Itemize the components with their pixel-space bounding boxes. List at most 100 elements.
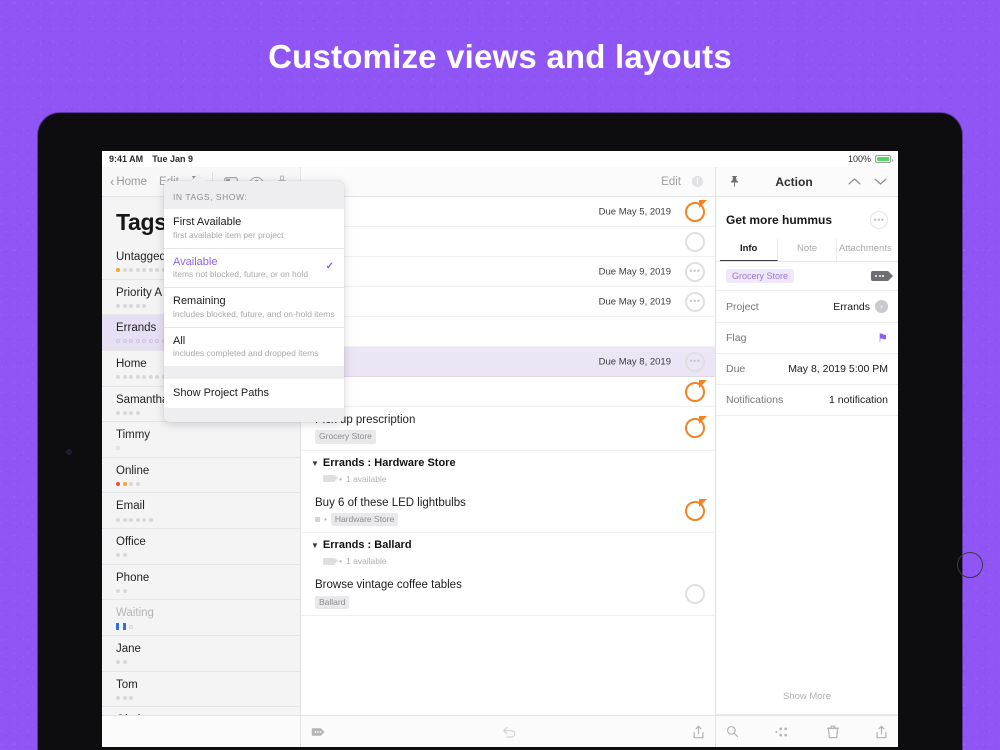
- task-row[interactable]: Pick up prescription Grocery Store: [301, 407, 715, 451]
- progress-dot: [129, 624, 133, 629]
- share-icon[interactable]: [692, 725, 705, 739]
- inspector-field-project[interactable]: Project Errands ›: [716, 291, 898, 323]
- popover-show-project-paths-item[interactable]: Show Project Paths: [164, 379, 344, 408]
- task-row[interactable]: Due May 8, 2019 •••: [301, 347, 715, 377]
- flag-icon[interactable]: ⚑: [877, 332, 888, 344]
- inspector-tab-info[interactable]: Info: [720, 239, 779, 261]
- progress-dot: [129, 268, 133, 273]
- popover-option-subtitle: items not blocked, future, or on hold: [173, 269, 309, 279]
- show-more-button[interactable]: Show More: [716, 681, 898, 715]
- field-value: May 8, 2019 5:00 PM: [788, 363, 888, 375]
- task-status-circle[interactable]: •••: [685, 351, 705, 372]
- task-row[interactable]: Due May 9, 2019 •••: [301, 287, 715, 317]
- task-status-circle-flagged[interactable]: [685, 379, 707, 402]
- popover-option[interactable]: Available items not blocked, future, or o…: [164, 249, 344, 288]
- tag-icon[interactable]: [311, 727, 326, 737]
- progress-dot: [129, 375, 133, 380]
- task-row[interactable]: Due May 5, 2019: [301, 197, 715, 227]
- tag-list-item[interactable]: Timmy: [102, 422, 300, 458]
- pin-icon[interactable]: [724, 172, 744, 192]
- progress-dot: [135, 410, 140, 415]
- popover-option[interactable]: Remaining includes blocked, future, and o…: [164, 288, 344, 328]
- popover-option[interactable]: All includes completed and dropped items: [164, 328, 344, 367]
- tag-list-item[interactable]: Phone: [102, 565, 300, 601]
- progress-dot: [129, 339, 133, 344]
- task-status-circle-flagged[interactable]: [685, 416, 707, 439]
- task-row[interactable]: [301, 377, 715, 407]
- inspector-tab-note[interactable]: Note: [778, 239, 837, 261]
- tag-name: Waiting: [116, 607, 154, 620]
- chevron-left-icon: ‹: [110, 174, 115, 189]
- progress-dot: [122, 339, 127, 344]
- battery-icon: [875, 155, 893, 163]
- disclosure-triangle-icon[interactable]: ▼: [311, 459, 319, 468]
- task-status-circle[interactable]: •••: [685, 291, 705, 312]
- tag-list-item[interactable]: Gladys: [102, 707, 300, 715]
- task-row[interactable]: Browse vintage coffee tables Ballard: [301, 572, 715, 617]
- task-row[interactable]: [301, 227, 715, 257]
- group-title: Errands : Ballard: [322, 539, 412, 552]
- inspector-field-flag[interactable]: Flag ⚑: [716, 323, 898, 354]
- tag-list-item[interactable]: Jane: [102, 636, 300, 672]
- progress-dot: [129, 303, 133, 308]
- home-button[interactable]: [957, 552, 983, 578]
- progress-dot: [135, 268, 140, 273]
- task-group-header[interactable]: ▼ Errands : Hardware Store • 1 available: [301, 451, 715, 490]
- task-row[interactable]: Buy 6 of these LED lightbulbs • Hardware S…: [301, 490, 715, 534]
- chevron-up-icon[interactable]: [844, 172, 864, 192]
- task-group-header[interactable]: ▼ Errands : Ballard • 1 available: [301, 533, 715, 572]
- progress-dot: [122, 375, 127, 380]
- tasklist-edit-button[interactable]: Edit: [661, 176, 681, 188]
- task-row[interactable]: Due May 9, 2019 •••: [301, 257, 715, 287]
- task-status-circle[interactable]: [685, 231, 705, 252]
- progress-dot: [122, 623, 126, 631]
- info-icon[interactable]: [687, 172, 707, 192]
- progress-dot: [116, 623, 119, 631]
- progress-dot: [116, 481, 120, 486]
- inspector-field-due[interactable]: Due May 8, 2019 5:00 PM: [716, 354, 898, 385]
- popover-section-label: IN TAGS, SHOW:: [173, 192, 248, 202]
- progress-dot: [122, 588, 127, 593]
- more-options-button[interactable]: •••: [870, 211, 888, 229]
- task-status-circle-flagged[interactable]: [685, 199, 707, 222]
- field-label: Due: [726, 363, 746, 375]
- chevron-down-icon[interactable]: [870, 172, 890, 192]
- share-icon[interactable]: [875, 725, 888, 739]
- popover-option[interactable]: First Available first available item per …: [164, 209, 344, 249]
- task-list-body: Due May 5, 2019 Due May 9, 2019 ••• Due May…: [301, 197, 715, 715]
- task-status-circle-flagged[interactable]: [685, 499, 707, 522]
- ios-status-bar: 9:41 AM Tue Jan 9 100%: [102, 151, 898, 167]
- tag-name: Tom: [116, 678, 138, 691]
- search-icon[interactable]: [726, 725, 739, 738]
- tag-list-item[interactable]: Waiting: [102, 600, 300, 637]
- inspector-title: Action: [775, 174, 813, 189]
- progress-dot: [116, 695, 120, 700]
- task-title-placeholder: [315, 383, 675, 397]
- task-tag-pill[interactable]: Ballard: [315, 595, 350, 610]
- tag-list-item[interactable]: Office: [102, 529, 300, 565]
- tag-list-item[interactable]: Email: [102, 493, 300, 530]
- task-status-circle[interactable]: •••: [685, 261, 705, 282]
- inspector-tab-attachments[interactable]: Attachments: [837, 239, 894, 261]
- inspector-tag-pill[interactable]: Grocery Store: [726, 269, 795, 283]
- popover-option-title: First Available: [173, 216, 242, 228]
- tags-icon[interactable]: [775, 726, 791, 738]
- tag-list-item[interactable]: Tom: [102, 672, 300, 708]
- inspector-field-notifications[interactable]: Notifications 1 notification: [716, 385, 898, 416]
- tag-progress-dots: [116, 517, 286, 522]
- back-to-home-button[interactable]: ‹ Home: [110, 175, 147, 188]
- status-right-group: 100%: [848, 154, 893, 164]
- tags-icon[interactable]: [871, 271, 893, 281]
- disclosure-triangle-icon[interactable]: ▼: [311, 542, 319, 550]
- trash-icon[interactable]: [827, 725, 839, 739]
- task-row[interactable]: [301, 317, 715, 347]
- undo-icon[interactable]: [502, 725, 517, 738]
- chevron-right-circle-icon[interactable]: ›: [875, 300, 888, 313]
- task-tag-pill[interactable]: Hardware Store: [330, 512, 399, 527]
- tag-list-item[interactable]: Online: [102, 458, 300, 494]
- progress-dot: [155, 339, 159, 344]
- progress-dot: [129, 695, 133, 700]
- task-tag-pill[interactable]: Grocery Store: [315, 430, 376, 444]
- field-value-wrap: ⚑: [872, 332, 888, 344]
- task-status-circle[interactable]: [685, 583, 705, 604]
